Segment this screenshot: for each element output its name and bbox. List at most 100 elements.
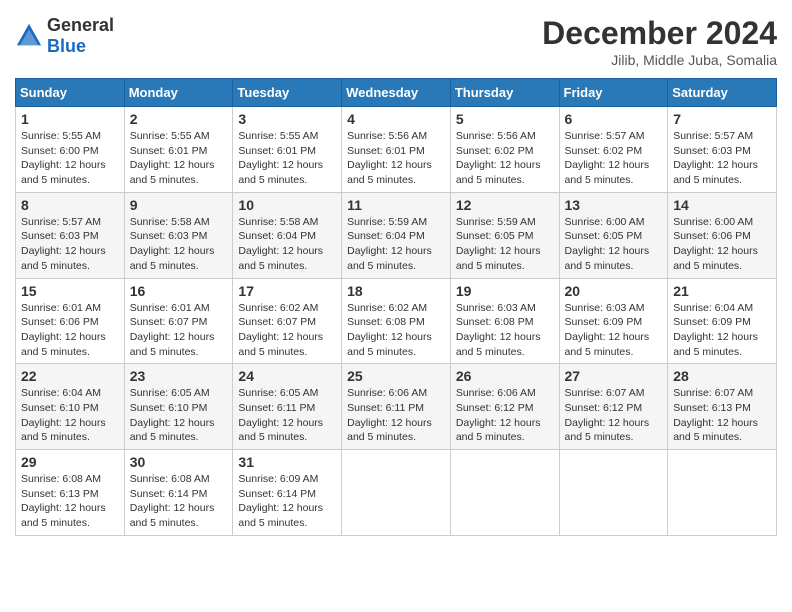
day-info: Sunrise: 6:04 AMSunset: 6:10 PMDaylight:… bbox=[21, 387, 106, 443]
calendar-cell bbox=[668, 450, 777, 536]
calendar-cell: 23 Sunrise: 6:05 AMSunset: 6:10 PMDaylig… bbox=[124, 364, 233, 450]
week-row-5: 29 Sunrise: 6:08 AMSunset: 6:13 PMDaylig… bbox=[16, 450, 777, 536]
day-info: Sunrise: 5:56 AMSunset: 6:02 PMDaylight:… bbox=[456, 130, 541, 186]
day-number: 14 bbox=[673, 197, 771, 213]
page-header: General Blue December 2024 Jilib, Middle… bbox=[15, 15, 777, 68]
day-info: Sunrise: 6:07 AMSunset: 6:12 PMDaylight:… bbox=[565, 387, 650, 443]
calendar-cell: 9 Sunrise: 5:58 AMSunset: 6:03 PMDayligh… bbox=[124, 192, 233, 278]
day-number: 9 bbox=[130, 197, 228, 213]
day-info: Sunrise: 6:06 AMSunset: 6:12 PMDaylight:… bbox=[456, 387, 541, 443]
calendar-cell: 1 Sunrise: 5:55 AMSunset: 6:00 PMDayligh… bbox=[16, 107, 125, 193]
calendar-cell bbox=[342, 450, 451, 536]
day-info: Sunrise: 6:04 AMSunset: 6:09 PMDaylight:… bbox=[673, 302, 758, 358]
weekday-header-wednesday: Wednesday bbox=[342, 79, 451, 107]
day-info: Sunrise: 6:00 AMSunset: 6:05 PMDaylight:… bbox=[565, 216, 650, 272]
week-row-4: 22 Sunrise: 6:04 AMSunset: 6:10 PMDaylig… bbox=[16, 364, 777, 450]
title-section: December 2024 Jilib, Middle Juba, Somali… bbox=[542, 15, 777, 68]
calendar-cell: 28 Sunrise: 6:07 AMSunset: 6:13 PMDaylig… bbox=[668, 364, 777, 450]
day-info: Sunrise: 5:57 AMSunset: 6:02 PMDaylight:… bbox=[565, 130, 650, 186]
day-info: Sunrise: 5:55 AMSunset: 6:01 PMDaylight:… bbox=[238, 130, 323, 186]
day-number: 13 bbox=[565, 197, 663, 213]
day-number: 7 bbox=[673, 111, 771, 127]
logo-blue: Blue bbox=[47, 36, 86, 56]
day-number: 26 bbox=[456, 368, 554, 384]
day-info: Sunrise: 6:02 AMSunset: 6:08 PMDaylight:… bbox=[347, 302, 432, 358]
day-number: 15 bbox=[21, 283, 119, 299]
day-number: 31 bbox=[238, 454, 336, 470]
calendar-cell: 31 Sunrise: 6:09 AMSunset: 6:14 PMDaylig… bbox=[233, 450, 342, 536]
day-info: Sunrise: 6:02 AMSunset: 6:07 PMDaylight:… bbox=[238, 302, 323, 358]
day-number: 2 bbox=[130, 111, 228, 127]
day-number: 28 bbox=[673, 368, 771, 384]
day-info: Sunrise: 6:01 AMSunset: 6:06 PMDaylight:… bbox=[21, 302, 106, 358]
calendar-cell: 7 Sunrise: 5:57 AMSunset: 6:03 PMDayligh… bbox=[668, 107, 777, 193]
day-number: 16 bbox=[130, 283, 228, 299]
day-number: 18 bbox=[347, 283, 445, 299]
day-info: Sunrise: 5:59 AMSunset: 6:04 PMDaylight:… bbox=[347, 216, 432, 272]
day-info: Sunrise: 6:08 AMSunset: 6:14 PMDaylight:… bbox=[130, 473, 215, 529]
weekday-header-friday: Friday bbox=[559, 79, 668, 107]
calendar-cell: 2 Sunrise: 5:55 AMSunset: 6:01 PMDayligh… bbox=[124, 107, 233, 193]
calendar-cell: 3 Sunrise: 5:55 AMSunset: 6:01 PMDayligh… bbox=[233, 107, 342, 193]
weekday-header-sunday: Sunday bbox=[16, 79, 125, 107]
calendar-cell: 13 Sunrise: 6:00 AMSunset: 6:05 PMDaylig… bbox=[559, 192, 668, 278]
weekday-header-monday: Monday bbox=[124, 79, 233, 107]
location: Jilib, Middle Juba, Somalia bbox=[542, 52, 777, 68]
week-row-3: 15 Sunrise: 6:01 AMSunset: 6:06 PMDaylig… bbox=[16, 278, 777, 364]
day-number: 20 bbox=[565, 283, 663, 299]
calendar-cell: 26 Sunrise: 6:06 AMSunset: 6:12 PMDaylig… bbox=[450, 364, 559, 450]
day-number: 19 bbox=[456, 283, 554, 299]
calendar-cell: 12 Sunrise: 5:59 AMSunset: 6:05 PMDaylig… bbox=[450, 192, 559, 278]
day-info: Sunrise: 5:55 AMSunset: 6:01 PMDaylight:… bbox=[130, 130, 215, 186]
month-title: December 2024 bbox=[542, 15, 777, 52]
calendar-cell: 24 Sunrise: 6:05 AMSunset: 6:11 PMDaylig… bbox=[233, 364, 342, 450]
calendar-cell: 8 Sunrise: 5:57 AMSunset: 6:03 PMDayligh… bbox=[16, 192, 125, 278]
calendar-cell: 4 Sunrise: 5:56 AMSunset: 6:01 PMDayligh… bbox=[342, 107, 451, 193]
day-info: Sunrise: 6:05 AMSunset: 6:10 PMDaylight:… bbox=[130, 387, 215, 443]
logo-icon bbox=[15, 22, 43, 50]
day-number: 23 bbox=[130, 368, 228, 384]
day-number: 3 bbox=[238, 111, 336, 127]
calendar-cell: 22 Sunrise: 6:04 AMSunset: 6:10 PMDaylig… bbox=[16, 364, 125, 450]
day-number: 8 bbox=[21, 197, 119, 213]
day-info: Sunrise: 6:08 AMSunset: 6:13 PMDaylight:… bbox=[21, 473, 106, 529]
day-info: Sunrise: 6:09 AMSunset: 6:14 PMDaylight:… bbox=[238, 473, 323, 529]
weekday-header-thursday: Thursday bbox=[450, 79, 559, 107]
calendar-cell: 11 Sunrise: 5:59 AMSunset: 6:04 PMDaylig… bbox=[342, 192, 451, 278]
calendar-cell: 16 Sunrise: 6:01 AMSunset: 6:07 PMDaylig… bbox=[124, 278, 233, 364]
day-info: Sunrise: 5:58 AMSunset: 6:03 PMDaylight:… bbox=[130, 216, 215, 272]
calendar-cell: 14 Sunrise: 6:00 AMSunset: 6:06 PMDaylig… bbox=[668, 192, 777, 278]
calendar-cell: 18 Sunrise: 6:02 AMSunset: 6:08 PMDaylig… bbox=[342, 278, 451, 364]
calendar-cell: 15 Sunrise: 6:01 AMSunset: 6:06 PMDaylig… bbox=[16, 278, 125, 364]
calendar-cell: 25 Sunrise: 6:06 AMSunset: 6:11 PMDaylig… bbox=[342, 364, 451, 450]
day-number: 6 bbox=[565, 111, 663, 127]
day-info: Sunrise: 6:03 AMSunset: 6:08 PMDaylight:… bbox=[456, 302, 541, 358]
day-info: Sunrise: 6:00 AMSunset: 6:06 PMDaylight:… bbox=[673, 216, 758, 272]
day-number: 27 bbox=[565, 368, 663, 384]
day-info: Sunrise: 6:03 AMSunset: 6:09 PMDaylight:… bbox=[565, 302, 650, 358]
week-row-2: 8 Sunrise: 5:57 AMSunset: 6:03 PMDayligh… bbox=[16, 192, 777, 278]
day-number: 30 bbox=[130, 454, 228, 470]
calendar-cell: 20 Sunrise: 6:03 AMSunset: 6:09 PMDaylig… bbox=[559, 278, 668, 364]
day-info: Sunrise: 6:01 AMSunset: 6:07 PMDaylight:… bbox=[130, 302, 215, 358]
day-number: 4 bbox=[347, 111, 445, 127]
calendar-cell: 19 Sunrise: 6:03 AMSunset: 6:08 PMDaylig… bbox=[450, 278, 559, 364]
calendar-cell: 27 Sunrise: 6:07 AMSunset: 6:12 PMDaylig… bbox=[559, 364, 668, 450]
day-number: 11 bbox=[347, 197, 445, 213]
day-number: 1 bbox=[21, 111, 119, 127]
day-number: 10 bbox=[238, 197, 336, 213]
calendar-cell bbox=[450, 450, 559, 536]
day-number: 29 bbox=[21, 454, 119, 470]
calendar-cell: 30 Sunrise: 6:08 AMSunset: 6:14 PMDaylig… bbox=[124, 450, 233, 536]
day-number: 5 bbox=[456, 111, 554, 127]
day-number: 22 bbox=[21, 368, 119, 384]
logo-general: General bbox=[47, 15, 114, 35]
day-number: 12 bbox=[456, 197, 554, 213]
day-info: Sunrise: 5:57 AMSunset: 6:03 PMDaylight:… bbox=[673, 130, 758, 186]
day-info: Sunrise: 6:06 AMSunset: 6:11 PMDaylight:… bbox=[347, 387, 432, 443]
calendar-table: SundayMondayTuesdayWednesdayThursdayFrid… bbox=[15, 78, 777, 536]
day-info: Sunrise: 5:56 AMSunset: 6:01 PMDaylight:… bbox=[347, 130, 432, 186]
weekday-header-saturday: Saturday bbox=[668, 79, 777, 107]
day-info: Sunrise: 6:07 AMSunset: 6:13 PMDaylight:… bbox=[673, 387, 758, 443]
day-number: 24 bbox=[238, 368, 336, 384]
